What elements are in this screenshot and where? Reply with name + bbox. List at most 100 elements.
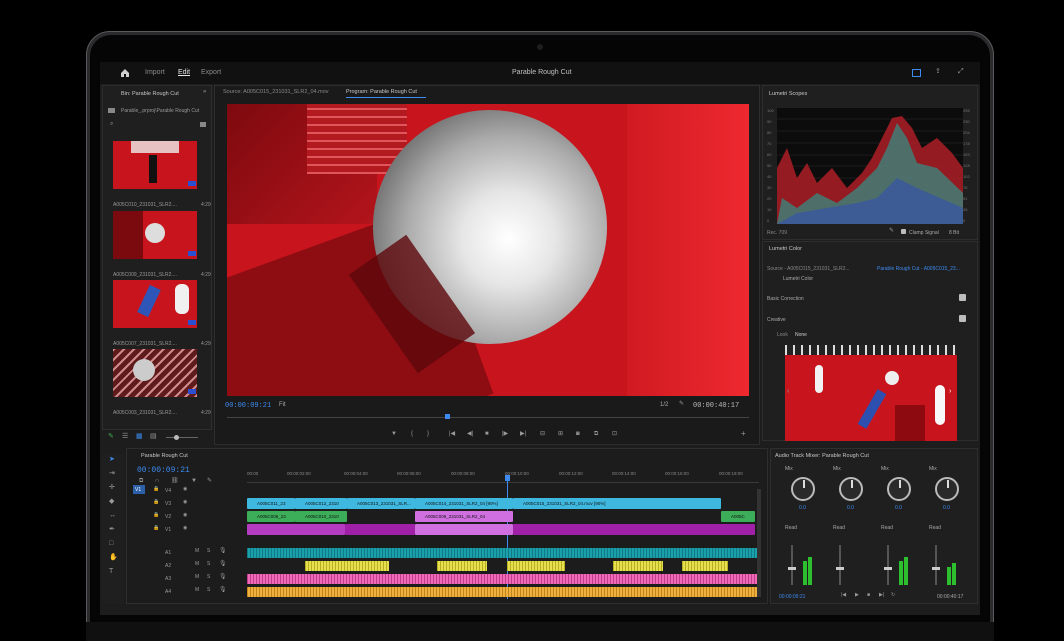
- playhead-marker[interactable]: [445, 414, 450, 419]
- search-icon[interactable]: ⌕: [110, 121, 113, 127]
- settings-wrench-icon[interactable]: ✎: [679, 401, 684, 407]
- automation-mode[interactable]: Read: [833, 525, 845, 531]
- tab-export[interactable]: Export: [201, 69, 221, 76]
- lumetri-source[interactable]: Source - A005C015_231031_SLR2...: [767, 266, 850, 272]
- workspace-icon[interactable]: [912, 69, 921, 77]
- clip-v3-2[interactable]: A005C012_2310: [295, 498, 347, 509]
- comparison-view-icon[interactable]: ⧉: [594, 431, 598, 437]
- automation-mode[interactable]: Read: [881, 525, 893, 531]
- mixer-prev-icon[interactable]: |◀: [841, 593, 846, 598]
- multi-camera-icon[interactable]: ⊡: [612, 431, 617, 437]
- next-look-icon[interactable]: ›: [949, 388, 951, 395]
- pan-value[interactable]: 0.0: [847, 505, 854, 511]
- mark-in-icon[interactable]: {: [411, 431, 413, 437]
- pen-tool-icon[interactable]: ✒: [109, 526, 115, 533]
- creative-checkbox[interactable]: [959, 315, 966, 322]
- clip-v1-3[interactable]: [415, 524, 513, 535]
- timeline-scrollbar[interactable]: [757, 489, 761, 597]
- bin-thumb-4[interactable]: [113, 349, 197, 397]
- pan-knob[interactable]: [839, 477, 863, 501]
- creative-section[interactable]: Creative: [767, 317, 786, 323]
- icon-view-icon[interactable]: ▦: [136, 433, 143, 440]
- stop-icon[interactable]: ■: [485, 431, 489, 437]
- volume-fader[interactable]: [839, 545, 841, 585]
- scope-settings-icon[interactable]: ✎: [889, 228, 894, 234]
- basic-correction-section[interactable]: Basic Correction: [767, 296, 804, 302]
- solo-icon[interactable]: S: [207, 549, 210, 554]
- expand-icon[interactable]: »: [203, 89, 206, 95]
- clip-v3-4[interactable]: A005C014_231031_SLR2_04 [90%]: [415, 498, 513, 509]
- rectangle-tool-icon[interactable]: □: [109, 540, 113, 547]
- pan-value[interactable]: 0.0: [799, 505, 806, 511]
- add-button-icon[interactable]: +: [741, 430, 746, 438]
- fader-handle[interactable]: [932, 567, 940, 570]
- audio-clip-a1[interactable]: [247, 548, 757, 558]
- basic-correction-checkbox[interactable]: [959, 294, 966, 301]
- audio-clip-a2-3[interactable]: [507, 561, 565, 571]
- eye-icon[interactable]: ◉: [183, 526, 187, 531]
- bin-thumb-1[interactable]: [113, 141, 197, 189]
- zoom-slider-handle[interactable]: [174, 435, 179, 440]
- look-select[interactable]: None: [795, 332, 807, 338]
- fit-select[interactable]: Fit: [279, 402, 286, 408]
- bin-thumb-2[interactable]: [113, 211, 197, 259]
- bin-thumb-3[interactable]: [113, 280, 197, 328]
- monitor-scrubber[interactable]: [227, 417, 749, 418]
- share-icon[interactable]: ⇪: [935, 68, 941, 75]
- audio-clip-a2-2[interactable]: [437, 561, 487, 571]
- linked-selection-icon[interactable]: ⛓: [171, 478, 179, 484]
- tab-edit[interactable]: Edit: [178, 69, 190, 76]
- bit-depth-select[interactable]: 8 Bit: [949, 230, 959, 236]
- video-frame[interactable]: [227, 104, 749, 396]
- clip-v3-3[interactable]: A005C013_231031_SLR...: [347, 498, 415, 509]
- marker-icon[interactable]: ▼: [391, 431, 397, 437]
- hand-tool-icon[interactable]: ✋: [109, 554, 118, 561]
- slip-tool-icon[interactable]: ↔: [109, 512, 116, 519]
- timeline-tab[interactable]: Parable Rough Cut: [141, 453, 188, 459]
- eye-icon[interactable]: ◉: [183, 513, 187, 518]
- clip-v2-4[interactable]: A005C: [721, 511, 755, 522]
- mixer-next-icon[interactable]: ▶|: [879, 593, 884, 598]
- lock-icon[interactable]: 🔒: [153, 500, 159, 505]
- clamp-checkbox[interactable]: [901, 229, 906, 234]
- nest-icon[interactable]: ⧉: [139, 478, 143, 484]
- export-frame-icon[interactable]: ◙: [576, 431, 580, 437]
- tab-source-monitor[interactable]: Source: A005C015_231031_SLR2_04.mov: [223, 89, 329, 95]
- solo-icon[interactable]: S: [207, 562, 210, 567]
- tab-program-monitor[interactable]: Program: Parable Rough Cut: [346, 89, 417, 95]
- audio-clip-a2-4[interactable]: [613, 561, 663, 571]
- overwrite-icon[interactable]: ⊞: [558, 431, 563, 437]
- fader-handle[interactable]: [788, 567, 796, 570]
- lock-icon[interactable]: 🔒: [153, 487, 159, 492]
- mixer-loop-icon[interactable]: ↻: [891, 593, 895, 598]
- solo-icon[interactable]: S: [207, 575, 210, 580]
- pan-knob[interactable]: [887, 477, 911, 501]
- mute-icon[interactable]: M: [195, 588, 199, 593]
- volume-fader[interactable]: [791, 545, 793, 585]
- previous-look-icon[interactable]: ‹: [787, 388, 789, 395]
- look-preview[interactable]: [785, 345, 957, 441]
- pan-value[interactable]: 0.0: [895, 505, 902, 511]
- tab-import[interactable]: Import: [145, 69, 165, 76]
- clip-v3-5[interactable]: A005C015_231031_SLR2_04.mov [90%]: [513, 498, 721, 509]
- pan-value[interactable]: 0.0: [943, 505, 950, 511]
- clip-v1-2[interactable]: [345, 524, 415, 535]
- lock-icon[interactable]: 🔒: [153, 513, 159, 518]
- audio-clip-a2-5[interactable]: [682, 561, 728, 571]
- lumetri-effect-select[interactable]: Lumetri Color: [783, 276, 813, 282]
- microphone-icon[interactable]: 🎙: [219, 548, 227, 554]
- audio-clip-a4[interactable]: [247, 587, 757, 597]
- fader-handle[interactable]: [884, 567, 892, 570]
- program-timecode[interactable]: 00:00:09:21: [225, 402, 271, 410]
- mute-icon[interactable]: M: [195, 575, 199, 580]
- microphone-icon[interactable]: 🎙: [219, 574, 227, 580]
- insert-icon[interactable]: ⊟: [540, 431, 545, 437]
- lumetri-target[interactable]: Parable Rough Cut - A005C015_23...: [877, 266, 960, 272]
- pan-knob[interactable]: [791, 477, 815, 501]
- mixer-play-icon[interactable]: ▶: [855, 593, 859, 598]
- audio-clip-a3[interactable]: [247, 574, 757, 584]
- pencil-icon[interactable]: ✎: [108, 433, 114, 440]
- razor-icon[interactable]: ◆: [109, 498, 114, 505]
- clip-v1-1[interactable]: [247, 524, 345, 535]
- timeline-settings-icon[interactable]: ✎: [207, 478, 212, 484]
